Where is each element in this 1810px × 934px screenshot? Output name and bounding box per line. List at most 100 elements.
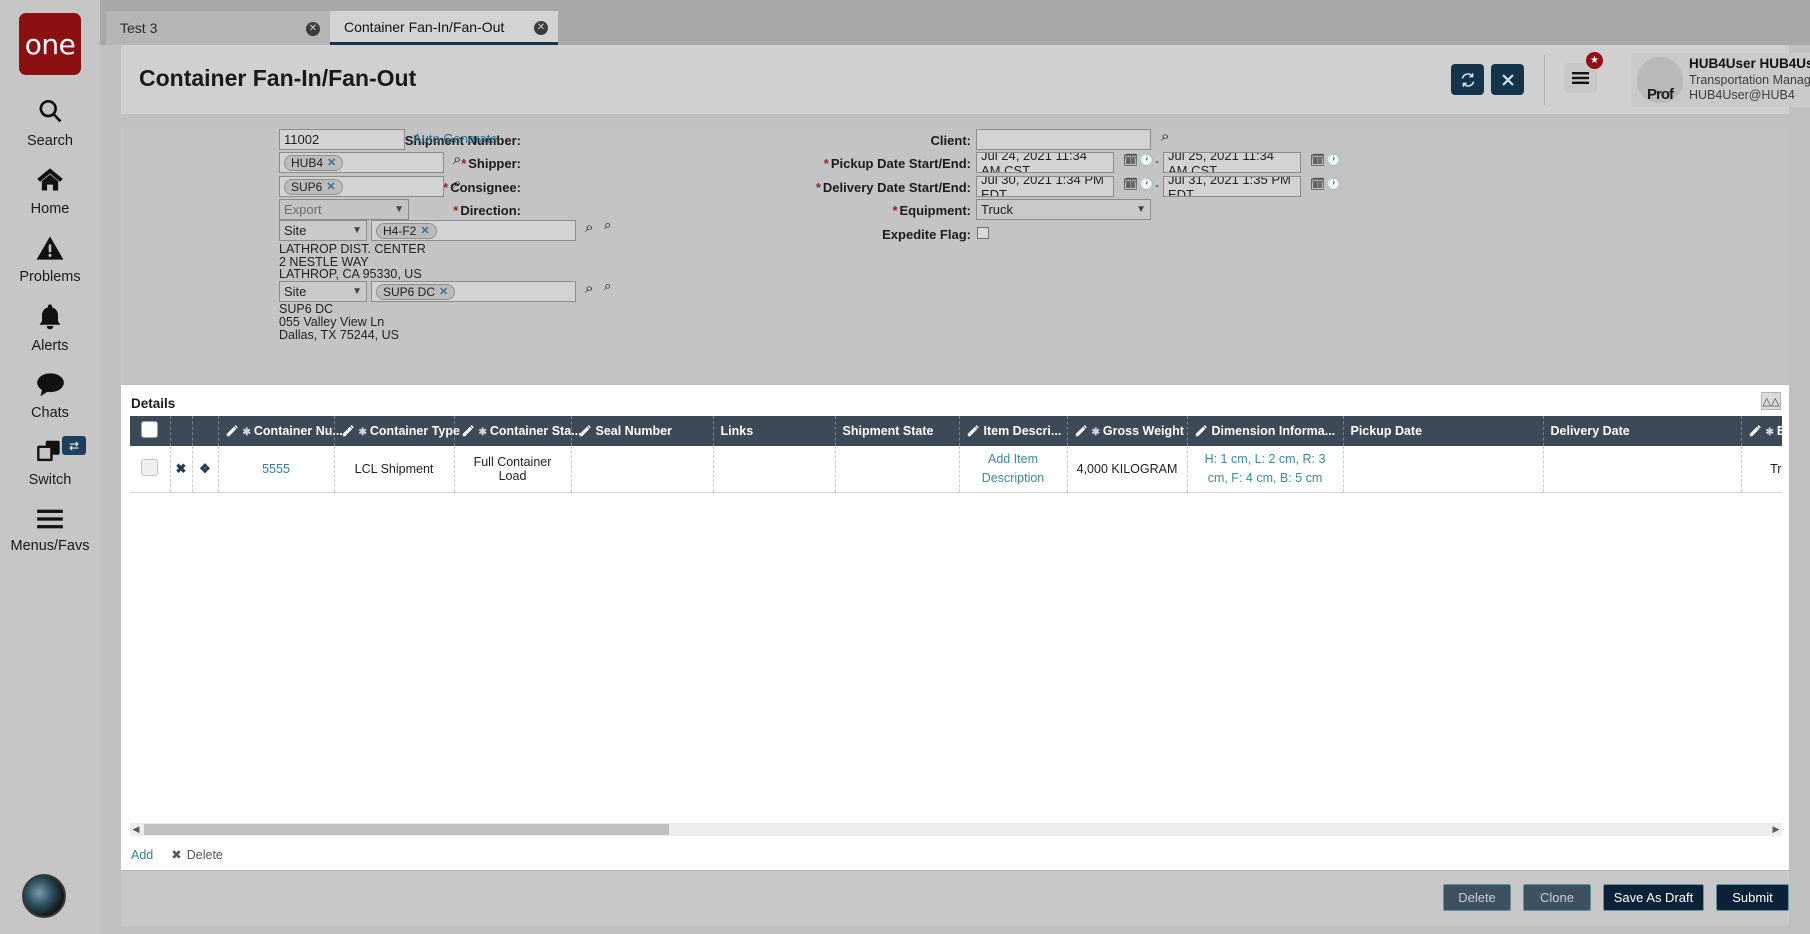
delete-button[interactable]: Delete [1443, 884, 1511, 911]
column-header-item-descri[interactable]: Item Descri... [959, 416, 1068, 446]
delivery-start-input[interactable]: Jul 30, 2021 1:34 PM EDT [976, 176, 1114, 197]
calendar-icon[interactable]: 🗓 [1123, 177, 1138, 191]
auto-generate-link[interactable]: Auto Generate [413, 131, 498, 146]
ship-from-lookup-icon[interactable]: ⌕ [585, 219, 593, 236]
clock-icon[interactable]: 🕐 [1139, 177, 1154, 191]
ship-to-search-icon[interactable]: ⌕ [604, 278, 611, 294]
chevron-left-icon[interactable]: ◀ [130, 824, 142, 835]
row-expand-cell[interactable]: ❖ [192, 446, 219, 493]
cell-seal-number[interactable] [571, 446, 714, 493]
direction-select[interactable]: Export ▼ [279, 199, 409, 220]
save-as-draft-button[interactable]: Save As Draft [1603, 884, 1704, 911]
column-header-pickup-date[interactable]: Pickup Date [1343, 416, 1544, 446]
column-header-dimension-informa[interactable]: Dimension Informa... [1187, 416, 1344, 446]
column-header-blank[interactable] [170, 416, 193, 446]
dimension-information-link[interactable]: H: 1 cm, L: 2 cm, R: 3 cm, F: 4 cm, B: 5… [1205, 452, 1326, 485]
sidebar-item-problems[interactable]: Problems [0, 235, 100, 285]
close-icon[interactable] [1491, 64, 1524, 95]
ship-to-input[interactable]: SUP6 DC ✕ [371, 281, 576, 302]
sidebar-item-switch[interactable]: ⇄ Switch [0, 436, 100, 488]
add-item-description-link[interactable]: Add Item Description [982, 452, 1045, 485]
equipment-select[interactable]: Truck ▼ [976, 199, 1151, 220]
column-header-seal-number[interactable]: Seal Number [571, 416, 714, 446]
close-circle-icon[interactable]: ✕ [280, 20, 320, 36]
consignee-chip[interactable]: SUP6 ✕ [284, 178, 343, 195]
pickup-end-input[interactable]: Jul 25, 2021 11:34 AM CST [1163, 152, 1301, 173]
column-header-e[interactable]: ✱ E [1741, 416, 1782, 446]
ship-to-lookup-icon[interactable]: ⌕ [585, 280, 593, 297]
sidebar-item-menus-favs[interactable]: Menus/Favs [0, 506, 100, 554]
row-select-cell[interactable] [130, 446, 171, 493]
refresh-icon[interactable] [1451, 64, 1484, 95]
cell-container-type[interactable]: LCL Shipment [334, 446, 455, 493]
cell-container-status[interactable]: Full Container Load [454, 446, 572, 493]
expedite-flag-checkbox[interactable] [977, 227, 989, 239]
row-select-checkbox[interactable] [141, 458, 159, 476]
clock-icon[interactable]: 🕐 [1139, 153, 1154, 167]
clock-icon[interactable]: 🕐 [1326, 177, 1341, 191]
column-header-links[interactable]: Links [713, 416, 836, 446]
remove-x-icon[interactable]: ✖ [176, 461, 187, 476]
cell-delivery-date[interactable] [1543, 446, 1742, 493]
tab-test-3[interactable]: Test 3 ✕ [106, 11, 330, 45]
row-remove-cell[interactable]: ✖ [170, 446, 193, 493]
column-header-blank[interactable] [192, 416, 219, 446]
consignee-input[interactable]: SUP6 ✕ [279, 176, 444, 197]
sidebar-item-home[interactable]: Home [0, 167, 100, 217]
delete-row-button[interactable]: ✖ Delete [171, 847, 223, 863]
switch-badge-icon[interactable]: ⇄ [62, 436, 86, 455]
client-input[interactable] [976, 129, 1151, 150]
scrollbar-thumb[interactable] [144, 824, 669, 835]
consignee-lookup-icon[interactable]: ⌕ [453, 175, 461, 192]
shipment-number-input[interactable]: 11002 [279, 129, 405, 150]
shipper-input[interactable]: HUB4 ✕ [279, 152, 444, 173]
column-header-container-sta[interactable]: ✱ Container Sta... [454, 416, 582, 446]
shipper-lookup-icon[interactable]: ⌕ [453, 151, 461, 168]
clock-icon[interactable]: 🕐 [1326, 153, 1341, 167]
cell-item-description[interactable]: Add Item Description [959, 446, 1068, 493]
tab-container-fan-in-fan-out[interactable]: Container Fan-In/Fan-Out ✕ [330, 11, 558, 45]
shipper-chip[interactable]: HUB4 ✕ [284, 154, 344, 171]
cell-container-number[interactable]: 5555 [218, 446, 335, 493]
add-row-button[interactable]: Add [131, 848, 153, 862]
app-logo[interactable]: one [19, 13, 81, 75]
sidebar-item-search[interactable]: Search [0, 97, 100, 149]
container-number-link[interactable]: 5555 [262, 462, 290, 476]
submit-button[interactable]: Submit [1716, 884, 1789, 911]
cell-equipment[interactable]: Truck [1741, 446, 1782, 493]
chevron-right-icon[interactable]: ▶ [1770, 824, 1782, 835]
sidebar-item-chats[interactable]: Chats [0, 372, 100, 421]
select-all-checkbox[interactable] [141, 421, 159, 438]
calendar-icon[interactable]: 🗓 [1310, 177, 1325, 191]
table-row[interactable]: ✖ ❖ 5555 LCL Shipment Full Container Load Add… [130, 446, 1782, 493]
cell-pickup-date[interactable] [1343, 446, 1544, 493]
clone-button[interactable]: Clone [1523, 884, 1591, 911]
cell-dimension-information[interactable]: H: 1 cm, L: 2 cm, R: 3 cm, F: 4 cm, B: 5… [1187, 446, 1344, 493]
ship-from-chip[interactable]: H4-F2 ✕ [376, 222, 437, 239]
column-header-gross-weight[interactable]: ✱ Gross Weight [1067, 416, 1188, 446]
cell-links[interactable] [713, 446, 836, 493]
column-header-shipment-state[interactable]: Shipment State [835, 416, 960, 446]
ship-from-input[interactable]: H4-F2 ✕ [371, 220, 576, 241]
user-menu[interactable]: Prof HUB4User HUB4User Transportation Ma… [1631, 53, 1810, 107]
pickup-start-input[interactable]: Jul 24, 2021 11:34 AM CST [976, 152, 1114, 173]
column-header-container-nu[interactable]: ✱ Container Nu... [218, 416, 343, 446]
collapse-up-icon[interactable]: △△ [1761, 392, 1781, 410]
client-lookup-icon[interactable]: ⌕ [1161, 128, 1169, 145]
ship-to-chip[interactable]: SUP6 DC ✕ [376, 283, 456, 300]
column-header-blank[interactable] [130, 416, 171, 446]
star-badge-icon[interactable]: ★ [1585, 51, 1604, 70]
user-avatar-rail[interactable] [22, 874, 66, 918]
cell-gross-weight[interactable]: 4,000 KILOGRAM [1067, 446, 1188, 493]
ship-from-type-select[interactable]: Site ▼ [279, 220, 367, 241]
delivery-end-input[interactable]: Jul 31, 2021 1:35 PM EDT [1163, 176, 1301, 197]
calendar-icon[interactable]: 🗓 [1123, 153, 1138, 167]
column-header-container-type[interactable]: ✱ Container Type [334, 416, 460, 446]
horizontal-scrollbar[interactable]: ◀ ▶ [130, 823, 1782, 836]
calendar-icon[interactable]: 🗓 [1310, 153, 1325, 167]
gear-dot-icon[interactable]: ❖ [199, 461, 211, 476]
close-circle-icon[interactable]: ✕ [508, 19, 548, 35]
ship-to-type-select[interactable]: Site ▼ [279, 281, 367, 302]
sidebar-item-alerts[interactable]: Alerts [0, 303, 100, 354]
column-header-delivery-date[interactable]: Delivery Date [1543, 416, 1742, 446]
